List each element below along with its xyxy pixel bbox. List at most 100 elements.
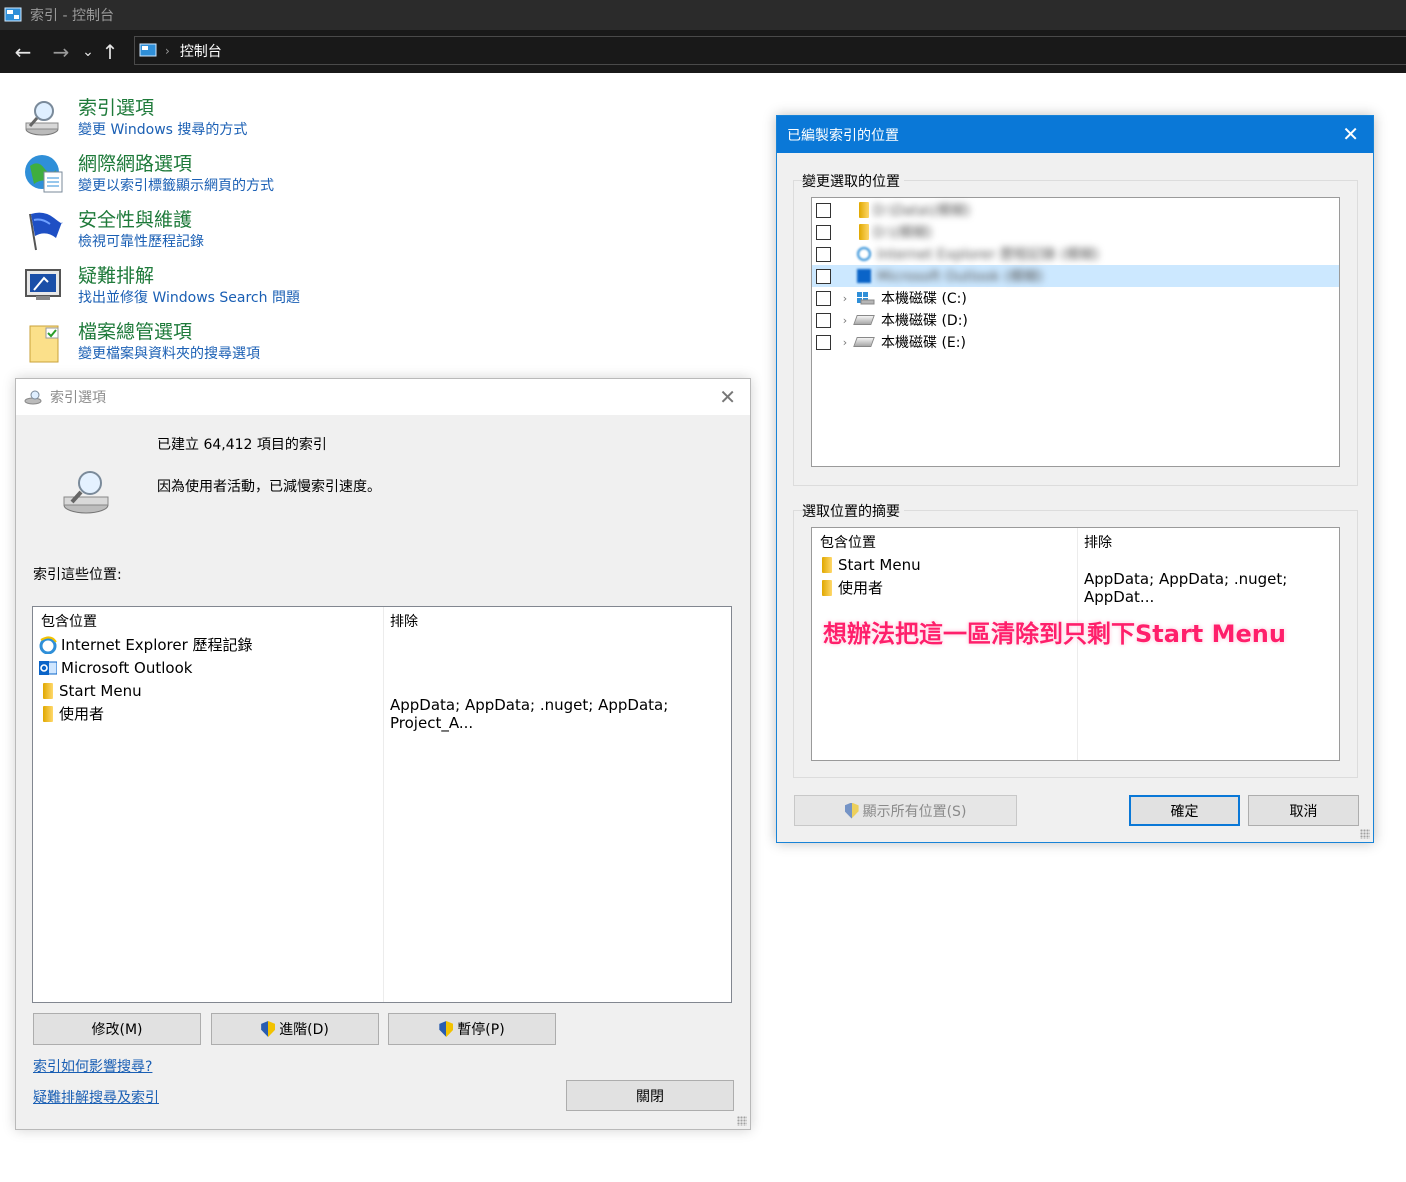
cp-item-troubleshooting[interactable]: 疑難排解 找出並修復 Windows Search 問題: [22, 264, 300, 308]
close-button-label: 關閉: [636, 1088, 664, 1105]
up-arrow-icon[interactable]: ↑: [98, 40, 122, 64]
locations-tree[interactable]: D:\Data\(模糊) D:\(模糊) Internet Explorer 歷…: [811, 197, 1340, 467]
advanced-button-label: 進階(D): [279, 1022, 329, 1038]
back-arrow-icon[interactable]: ←: [6, 40, 40, 64]
column-header-exclude[interactable]: 排除: [1084, 532, 1112, 552]
tree-item[interactable]: D:\Data\(模糊): [816, 199, 970, 221]
location-checkbox[interactable]: [816, 224, 831, 240]
cp-item-title[interactable]: 索引選項: [78, 96, 247, 120]
cp-item-security-maintenance[interactable]: 安全性與維護 檢視可靠性歷程記錄: [22, 208, 204, 252]
tree-item-label: Microsoft Outlook (模糊): [877, 269, 1044, 285]
column-header-exclude[interactable]: 排除: [390, 611, 418, 631]
breadcrumb[interactable]: 控制台: [180, 41, 222, 61]
internet-explorer-icon: [39, 635, 57, 654]
troubleshoot-search-link[interactable]: 疑難排解搜尋及索引: [33, 1087, 159, 1107]
close-button[interactable]: 關閉: [566, 1080, 734, 1111]
expand-chevron-icon[interactable]: ›: [839, 336, 851, 349]
list-item[interactable]: 使用者: [818, 576, 883, 599]
tree-item[interactable]: › 本機磁碟 (D:): [816, 309, 968, 331]
column-header-included[interactable]: 包含位置: [820, 532, 876, 552]
uac-shield-icon: [844, 802, 859, 819]
list-item[interactable]: Microsoft Outlook: [39, 656, 192, 679]
column-header-included[interactable]: 包含位置: [41, 611, 97, 631]
expand-chevron-icon[interactable]: ›: [839, 314, 851, 327]
location-name: 使用者: [59, 705, 105, 723]
cancel-button-label: 取消: [1289, 803, 1318, 820]
drive-icon: [853, 337, 875, 347]
resize-grip[interactable]: [737, 1116, 747, 1126]
cp-item-subtitle[interactable]: 檢視可靠性歷程記錄: [78, 232, 204, 252]
location-checkbox[interactable]: [816, 202, 831, 218]
folder-icon: [43, 682, 53, 699]
indexed-locations-list[interactable]: 包含位置 排除 Internet Explorer 歷程記錄 Microsoft…: [32, 606, 732, 1003]
tree-item-selected[interactable]: Microsoft Outlook (模糊): [812, 265, 1339, 287]
show-all-button-label: 顯示所有位置(S): [862, 803, 967, 820]
resize-grip[interactable]: [1360, 829, 1370, 839]
list-item[interactable]: Start Menu: [818, 553, 921, 576]
location-checkbox[interactable]: [816, 312, 831, 328]
cp-item-indexing-options[interactable]: 索引選項 變更 Windows 搜尋的方式: [22, 96, 247, 140]
exclude-cell: AppData; AppData; .nuget; AppDat...: [1084, 570, 1339, 606]
close-icon[interactable]: ✕: [719, 385, 736, 409]
cp-item-title[interactable]: 疑難排解: [78, 264, 300, 288]
ok-button[interactable]: 確定: [1129, 795, 1240, 826]
expand-chevron-icon[interactable]: ›: [839, 292, 851, 305]
change-locations-label: 變更選取的位置: [802, 171, 904, 191]
tree-item-label: 本機磁碟 (E:): [881, 335, 966, 351]
location-checkbox[interactable]: [816, 334, 831, 350]
pause-button[interactable]: 暫停(P): [388, 1013, 556, 1045]
location-name: Start Menu: [838, 555, 921, 574]
exclude-value: AppData; AppData; .nuget; AppDat...: [1084, 569, 1288, 606]
outlook-icon: [857, 269, 871, 283]
pause-button-label: 暫停(P): [457, 1022, 505, 1038]
cp-item-title[interactable]: 檔案總管選項: [78, 320, 260, 344]
recent-chevron-down-icon[interactable]: ⌄: [78, 44, 98, 60]
uac-shield-icon: [439, 1021, 454, 1037]
tree-item-label: 本機磁碟 (D:): [881, 313, 968, 329]
folder-icon: [822, 579, 832, 596]
cp-item-subtitle[interactable]: 變更以索引標籤顯示網頁的方式: [78, 176, 274, 196]
folder-icon: [822, 556, 832, 573]
location-checkbox[interactable]: [816, 268, 831, 284]
modify-button[interactable]: 修改(M): [33, 1013, 201, 1045]
cp-item-title[interactable]: 網際網路選項: [78, 152, 274, 176]
cp-item-internet-options[interactable]: 網際網路選項 變更以索引標籤顯示網頁的方式: [22, 152, 274, 196]
tree-item[interactable]: › 本機磁碟 (C:): [816, 287, 967, 309]
cancel-button[interactable]: 取消: [1248, 795, 1359, 826]
dialog-title: 索引選項: [50, 390, 106, 406]
tree-item[interactable]: › 本機磁碟 (E:): [816, 331, 966, 353]
tree-item-label: D:\Data\(模糊): [873, 203, 971, 219]
location-checkbox[interactable]: [816, 246, 831, 262]
tree-item[interactable]: Internet Explorer 歷程記錄 (模糊): [816, 243, 1099, 265]
location-name: Start Menu: [59, 681, 142, 700]
advanced-button[interactable]: 進階(D): [211, 1013, 379, 1045]
exclude-value: AppData; AppData; .nuget; AppData; Proje…: [390, 695, 669, 732]
control-panel-icon: [139, 43, 157, 57]
forward-arrow-icon[interactable]: →: [44, 40, 78, 64]
drive-icon: [853, 315, 875, 325]
column-divider[interactable]: [383, 607, 384, 1002]
list-item[interactable]: 使用者: [39, 702, 104, 725]
address-bar[interactable]: › 控制台: [134, 36, 1406, 65]
window-titlebar: 索引 - 控制台: [0, 0, 1406, 30]
tree-item[interactable]: D:\(模糊): [816, 221, 932, 243]
tree-item-label: Internet Explorer 歷程記錄 (模糊): [877, 247, 1100, 263]
cp-item-title[interactable]: 安全性與維護: [78, 208, 204, 232]
dialog-title: 已編製索引的位置: [787, 127, 899, 144]
show-all-locations-button[interactable]: 顯示所有位置(S): [794, 795, 1017, 826]
location-name: Internet Explorer 歷程記錄: [61, 636, 253, 654]
cp-item-subtitle[interactable]: 變更 Windows 搜尋的方式: [78, 120, 247, 140]
list-item[interactable]: Internet Explorer 歷程記錄: [39, 633, 253, 656]
locations-label: 索引這些位置:: [33, 567, 122, 583]
exclude-cell: AppData; AppData; .nuget; AppData; Proje…: [390, 696, 731, 732]
control-panel-icon: [4, 7, 22, 22]
how-indexing-affects-search-link[interactable]: 索引如何影響搜尋?: [33, 1056, 152, 1076]
list-item[interactable]: Start Menu: [39, 679, 142, 702]
close-icon[interactable]: ✕: [1342, 122, 1359, 146]
cp-item-subtitle[interactable]: 找出並修復 Windows Search 問題: [78, 288, 300, 308]
location-checkbox[interactable]: [816, 290, 831, 306]
cp-item-file-explorer-options[interactable]: 檔案總管選項 變更檔案與資料夾的搜尋選項: [22, 320, 260, 364]
cp-item-subtitle[interactable]: 變更檔案與資料夾的搜尋選項: [78, 344, 260, 364]
dialog-titlebar: 已編製索引的位置 ✕: [777, 116, 1373, 153]
index-count-status: 已建立 64,412 項目的索引: [157, 437, 327, 453]
